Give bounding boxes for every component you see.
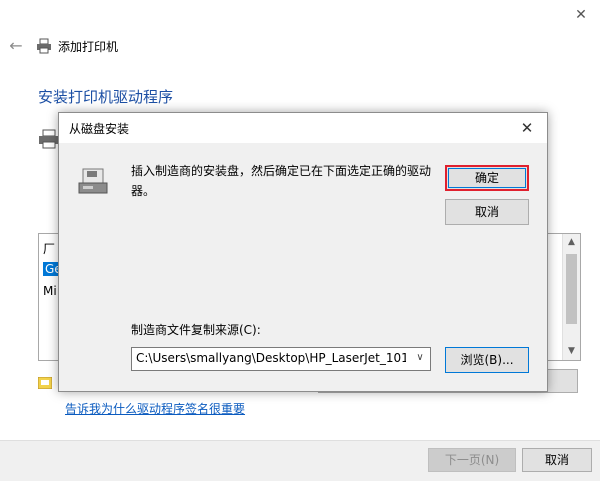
- dialog-message: 插入制造商的安装盘，然后确定已在下面选定正确的驱动器。: [131, 164, 432, 198]
- dialog-cancel-button[interactable]: 取消: [445, 199, 529, 225]
- driver-signing-link[interactable]: 告诉我为什么驱动程序签名很重要: [65, 400, 245, 417]
- next-button[interactable]: 下一页(N): [428, 448, 516, 472]
- list-scrollbar[interactable]: ▲ ▼: [562, 234, 580, 360]
- wizard-title: 添加打印机: [58, 40, 119, 54]
- ok-button[interactable]: 确定: [445, 165, 529, 191]
- scroll-thumb[interactable]: [566, 254, 577, 324]
- scroll-down-icon[interactable]: ▼: [563, 343, 580, 360]
- list-item[interactable]: Mi: [43, 284, 57, 298]
- copy-source-label: 制造商文件复制来源(C):: [131, 323, 261, 337]
- wizard-cancel-button[interactable]: 取消: [522, 448, 592, 472]
- install-from-disk-dialog: 从磁盘安装 ✕ 插入制造商的安装盘，然后确定已在下面选定正确的驱动器。 确定 取…: [58, 112, 548, 392]
- shield-icon: [38, 377, 52, 389]
- source-path-combobox[interactable]: C:\Users\smallyang\Desktop\HP_LaserJet_1…: [131, 347, 431, 371]
- scroll-up-icon[interactable]: ▲: [563, 234, 580, 251]
- browse-button[interactable]: 浏览(B)...: [445, 347, 529, 373]
- floppy-disk-icon: [78, 168, 108, 194]
- page-heading: 安装打印机驱动程序: [38, 88, 174, 106]
- source-path-value: C:\Users\smallyang\Desktop\HP_LaserJet_1…: [136, 351, 406, 365]
- dialog-title: 从磁盘安装: [69, 122, 130, 136]
- dialog-titlebar: 从磁盘安装 ✕: [59, 113, 547, 143]
- back-arrow-icon[interactable]: ←: [6, 36, 26, 56]
- chevron-down-icon[interactable]: ∨: [412, 350, 428, 366]
- printer-icon: [39, 129, 59, 149]
- wizard-close-icon[interactable]: ✕: [568, 4, 594, 26]
- list-header: 厂: [43, 242, 56, 256]
- printer-icon: [37, 38, 51, 54]
- close-icon[interactable]: ✕: [517, 118, 537, 138]
